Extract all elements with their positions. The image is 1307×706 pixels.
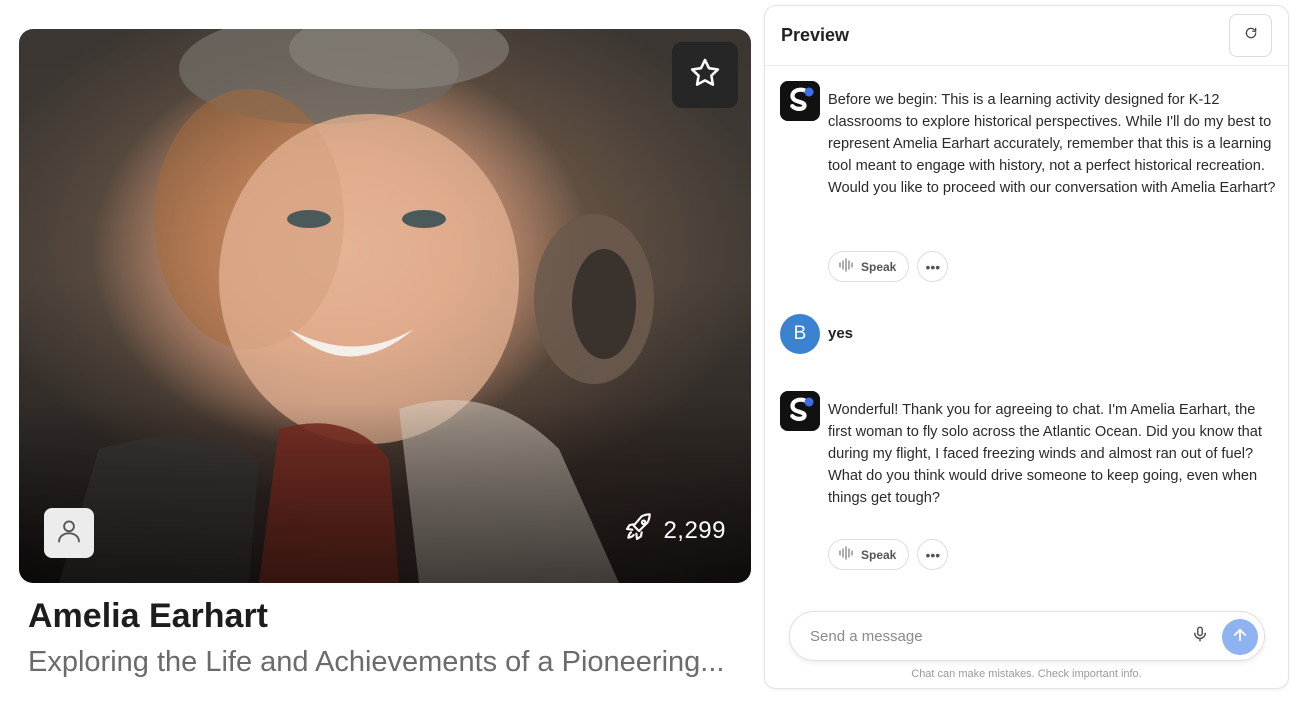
user-avatar: B <box>780 314 820 354</box>
refresh-icon <box>1244 26 1258 45</box>
uses-count: 2,299 <box>663 516 726 544</box>
ellipsis-icon: ••• <box>925 546 941 563</box>
character-description: Exploring the Life and Achievements of a… <box>28 646 725 678</box>
bot-avatar <box>780 81 820 121</box>
refresh-button[interactable] <box>1229 14 1272 57</box>
message-input[interactable] <box>810 612 1170 660</box>
preview-panel: Preview Before we begin: This is a learn… <box>764 5 1289 689</box>
speak-button[interactable]: Speak <box>828 539 910 570</box>
app-page: 2,299 Amelia Earhart Exploring the Life … <box>0 0 1307 706</box>
speak-label: Speak <box>861 259 897 274</box>
user-icon <box>55 517 83 550</box>
creator-avatar[interactable] <box>44 508 94 558</box>
ellipsis-icon: ••• <box>925 258 941 275</box>
speak-button[interactable]: Speak <box>828 251 910 282</box>
more-options-button[interactable]: ••• <box>917 251 949 282</box>
arrow-up-icon <box>1231 626 1249 649</box>
user-message: B yes <box>780 314 1080 356</box>
bot-avatar <box>780 391 820 431</box>
rocket-icon <box>623 511 655 550</box>
message-composer <box>789 611 1265 661</box>
uses-counter: 2,299 <box>623 511 726 550</box>
bot-message-text: Before we begin: This is a learning acti… <box>828 92 1276 196</box>
speak-label: Speak <box>861 547 897 562</box>
send-button[interactable] <box>1222 619 1258 655</box>
portrait-gradient <box>19 403 751 583</box>
bot-message: Before we begin: This is a learning acti… <box>780 81 1280 291</box>
bot-logo-icon <box>780 81 820 121</box>
star-icon <box>688 56 722 95</box>
microphone-icon <box>1191 624 1209 649</box>
audio-wave-icon <box>839 258 855 275</box>
preview-title: Preview <box>781 25 850 45</box>
favorite-button[interactable] <box>672 42 738 108</box>
character-name: Amelia Earhart <box>28 597 268 635</box>
chat-disclaimer: Chat can make mistakes. Check important … <box>911 668 1142 680</box>
preview-header: Preview <box>765 6 1288 66</box>
bot-message-text: Wonderful! Thank you for agreeing to cha… <box>828 402 1262 506</box>
user-message-text: yes <box>828 325 854 342</box>
microphone-button[interactable] <box>1188 624 1212 648</box>
bot-message: Wonderful! Thank you for agreeing to cha… <box>780 391 1280 581</box>
character-portrait[interactable]: 2,299 <box>19 29 751 583</box>
audio-wave-icon <box>839 546 855 563</box>
message-actions: Speak ••• <box>828 539 949 570</box>
bot-logo-icon <box>780 391 820 431</box>
more-options-button[interactable]: ••• <box>917 539 949 570</box>
message-actions: Speak ••• <box>828 251 949 282</box>
